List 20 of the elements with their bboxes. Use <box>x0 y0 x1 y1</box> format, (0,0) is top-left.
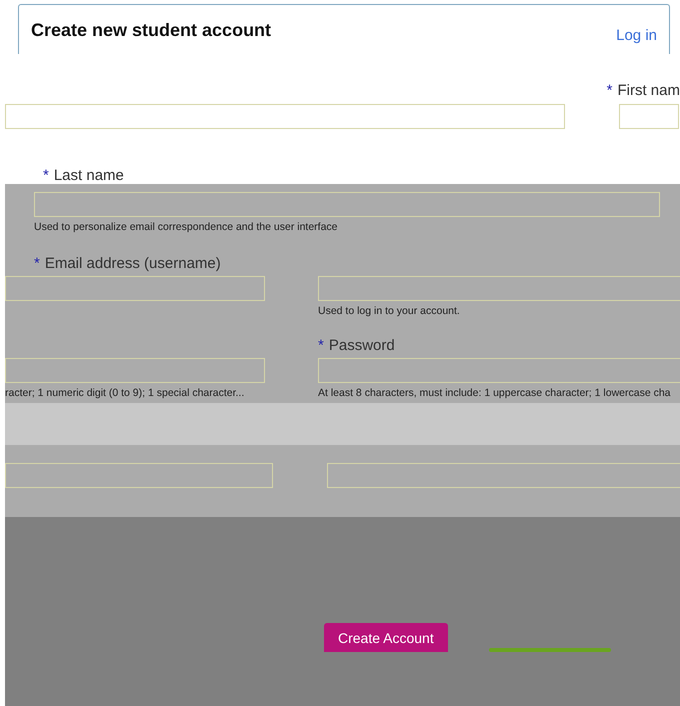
last-name-field[interactable] <box>34 192 660 218</box>
password-help: At least 8 characters, must include: 1 uppercase character; 1 lowercase cha <box>318 387 672 400</box>
email-field[interactable] <box>318 276 680 302</box>
input-field[interactable] <box>5 463 273 488</box>
create-account-button[interactable]: Create Account <box>324 622 448 652</box>
password-help: racter; 1 numeric digit (0 to 9); 1 special character... <box>5 387 246 400</box>
password-label: * Password <box>318 337 395 354</box>
input-field[interactable] <box>5 276 265 302</box>
page-title: Create new student account <box>31 20 272 41</box>
first-name-field[interactable] <box>619 104 679 130</box>
password-field[interactable] <box>318 358 680 384</box>
first-name-label: * First nam <box>606 82 680 100</box>
email-help: Used to log in to your account. <box>318 305 461 318</box>
input-field[interactable] <box>5 104 565 130</box>
email-label: * Email address (username) <box>34 255 221 272</box>
last-name-label: * Last name <box>43 167 124 184</box>
input-field[interactable] <box>327 463 680 488</box>
log-in-link[interactable]: Log in <box>616 27 657 44</box>
last-name-help: Used to personalize email correspondence and the user interface <box>34 221 339 234</box>
input-field[interactable] <box>5 358 265 384</box>
